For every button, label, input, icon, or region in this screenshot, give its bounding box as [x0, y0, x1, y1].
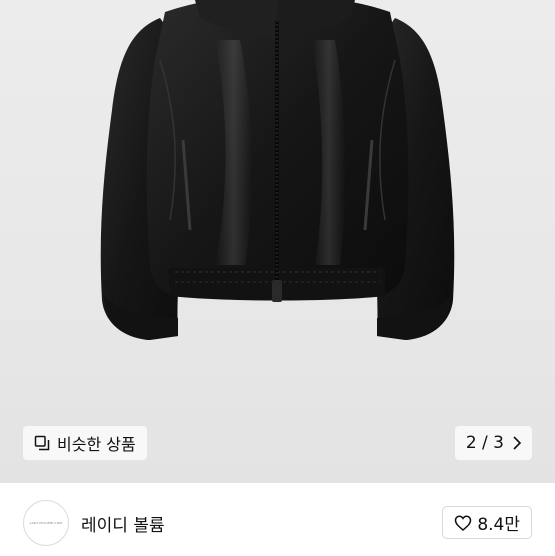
jacket-image	[100, 0, 455, 340]
pager-text: 2 / 3	[465, 433, 504, 453]
copy-icon	[34, 435, 50, 451]
image-pager[interactable]: 2 / 3	[454, 426, 532, 460]
seller-bar: LADYVOLUME.COM 레이디 볼륨 8.4만	[0, 482, 555, 556]
seller-avatar[interactable]: LADYVOLUME.COM	[23, 500, 69, 546]
seller-name[interactable]: 레이디 볼륨	[81, 511, 165, 536]
similar-products-button[interactable]: 비슷한 상품	[23, 426, 147, 460]
like-button[interactable]: 8.4만	[442, 506, 532, 539]
avatar-logo: LADYVOLUME.COM	[29, 521, 63, 525]
like-count: 8.4만	[477, 515, 520, 535]
chevron-right-icon	[513, 436, 522, 450]
product-image[interactable]: 비슷한 상품 2 / 3	[0, 0, 555, 482]
heart-outline-icon	[455, 515, 472, 531]
similar-products-label: 비슷한 상품	[57, 435, 136, 454]
